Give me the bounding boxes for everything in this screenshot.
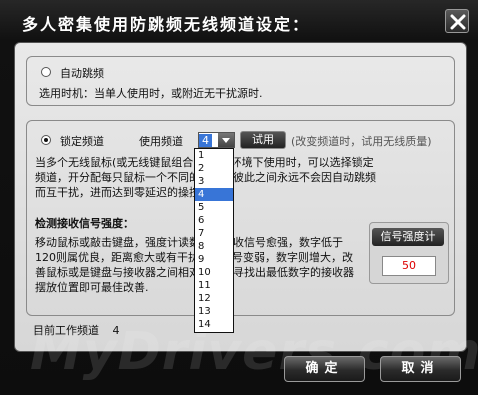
- test-hint: (改变频道时，试用无线质量): [291, 135, 432, 148]
- channel-option[interactable]: 6: [195, 214, 233, 227]
- channel-option[interactable]: 4: [195, 188, 233, 201]
- auto-hop-radio[interactable]: [41, 67, 51, 77]
- signal-meter-value: 50: [382, 256, 436, 276]
- channel-option[interactable]: 1: [195, 149, 233, 162]
- channel-select-label: 使用频道: [139, 135, 183, 148]
- channel-option[interactable]: 8: [195, 240, 233, 253]
- channel-option[interactable]: 10: [195, 266, 233, 279]
- channel-option[interactable]: 5: [195, 201, 233, 214]
- test-button[interactable]: 试用: [240, 131, 286, 149]
- ok-button[interactable]: 确定: [284, 356, 365, 382]
- channel-option[interactable]: 11: [195, 279, 233, 292]
- channel-option[interactable]: 7: [195, 227, 233, 240]
- signal-meter: 信号强度计 50: [369, 222, 449, 284]
- settings-panel: 自动跳频 选用时机：当单人使用时，或附近无干扰源时. 锁定频道 使用频道 4 试…: [14, 42, 467, 352]
- channel-option[interactable]: 14: [195, 318, 233, 331]
- signal-meter-label: 信号强度计: [372, 228, 444, 246]
- lock-channel-label[interactable]: 锁定频道: [60, 133, 104, 149]
- close-button[interactable]: [445, 9, 469, 33]
- dialog-window: 多人密集使用防跳频无线频道设定： 自动跳频 选用时机：当单人使用时，或附近无干扰…: [0, 0, 478, 395]
- chevron-down-icon[interactable]: [218, 133, 234, 147]
- auto-hop-label[interactable]: 自动跳频: [60, 65, 104, 81]
- auto-hop-description: 选用时机：当单人使用时，或附近无干扰源时.: [39, 87, 263, 100]
- channel-option[interactable]: 13: [195, 305, 233, 318]
- channel-select[interactable]: 4: [198, 132, 235, 148]
- lock-channel-radio[interactable]: [41, 135, 51, 145]
- channel-dropdown-list[interactable]: 1 2 3 4 5 6 7 8 9 10 11 12 13 14: [194, 148, 234, 333]
- channel-option[interactable]: 2: [195, 162, 233, 175]
- window-title: 多人密集使用防跳频无线频道设定：: [22, 15, 311, 34]
- close-icon: [450, 14, 466, 30]
- cancel-button[interactable]: 取消: [380, 356, 461, 382]
- channel-option[interactable]: 3: [195, 175, 233, 188]
- signal-title: 检测接收信号强度：: [35, 217, 134, 230]
- channel-select-value: 4: [199, 134, 212, 147]
- channel-option[interactable]: 9: [195, 253, 233, 266]
- channel-option[interactable]: 12: [195, 292, 233, 305]
